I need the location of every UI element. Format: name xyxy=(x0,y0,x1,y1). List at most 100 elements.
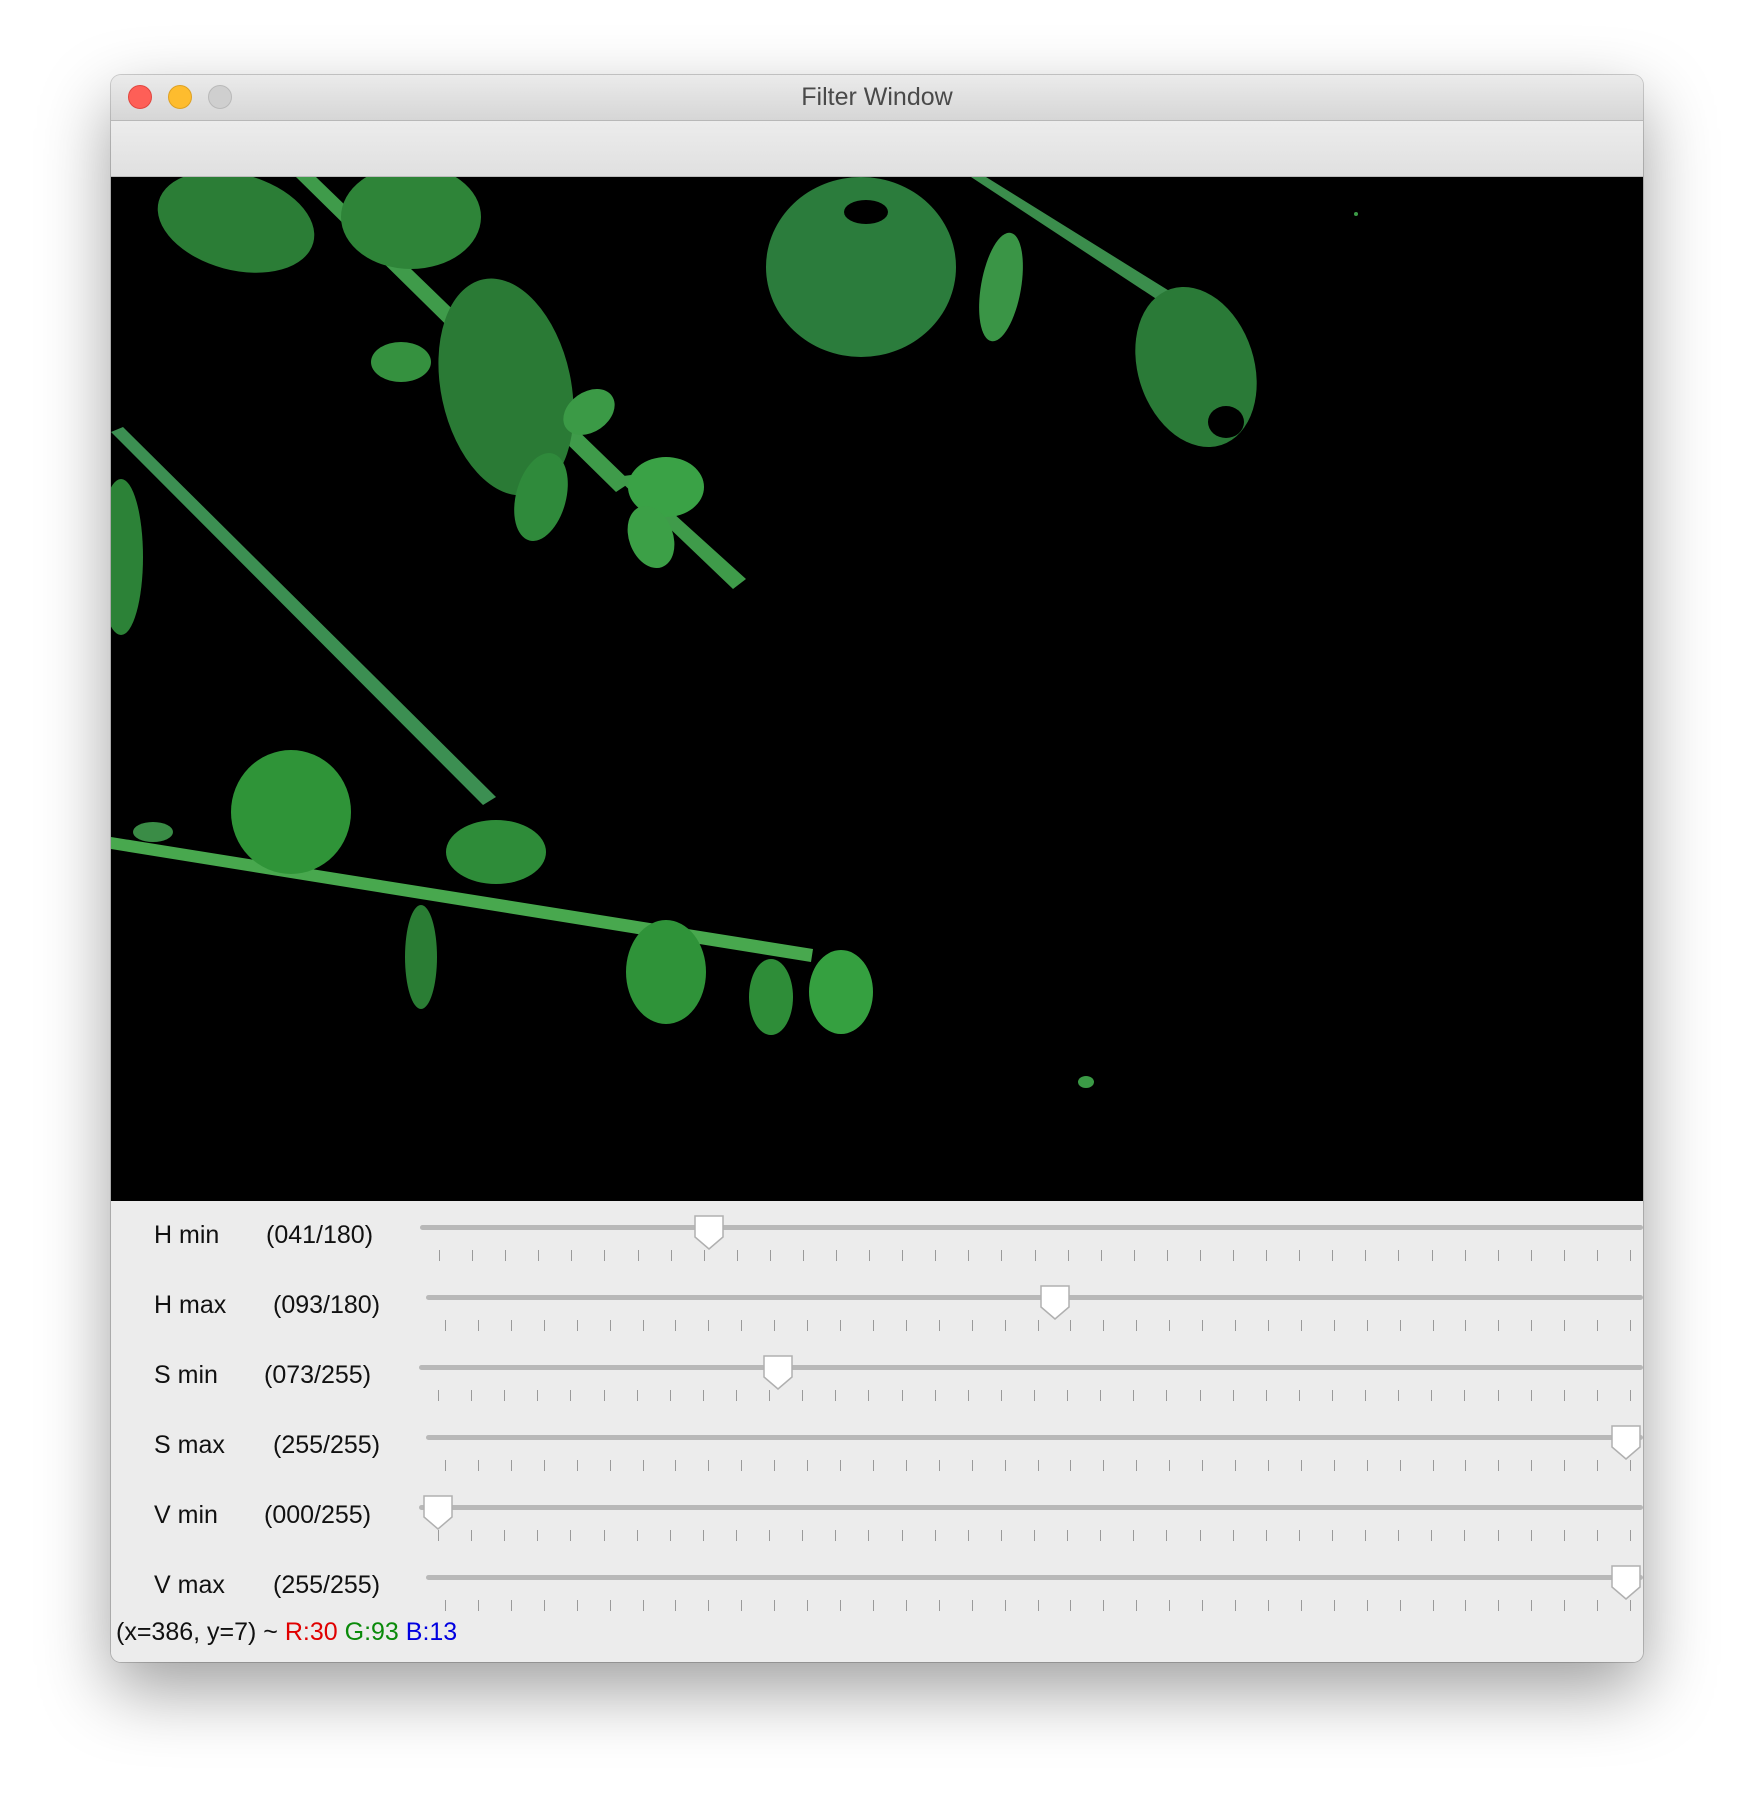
slider-tick xyxy=(1431,1530,1433,1541)
slider-track[interactable] xyxy=(426,1435,1643,1440)
slider-tick xyxy=(1497,1530,1499,1541)
slider-value: (041/180) xyxy=(266,1221,374,1249)
slider-tick xyxy=(504,1530,506,1541)
slider-track[interactable] xyxy=(419,1505,1643,1510)
slider-tick xyxy=(868,1530,870,1541)
slider-tick xyxy=(901,1530,903,1541)
slider-track[interactable] xyxy=(419,1365,1643,1370)
slider-name: V max xyxy=(154,1571,225,1599)
slider-thumb[interactable] xyxy=(421,1494,455,1532)
slider-tick xyxy=(1034,1390,1035,1401)
slider-tick xyxy=(1431,1390,1433,1401)
slider-tick xyxy=(1265,1390,1267,1401)
slider-tick xyxy=(609,1600,611,1611)
slider-tick xyxy=(774,1320,776,1331)
slider-value: (255/255) xyxy=(273,1431,381,1459)
slider-tick xyxy=(1464,1530,1466,1541)
slider-tick xyxy=(471,1390,473,1401)
slider-value: (073/255) xyxy=(264,1361,372,1389)
slider-tick xyxy=(637,1250,639,1261)
slider-tick xyxy=(1333,1320,1335,1331)
slider-thumb[interactable] xyxy=(1038,1284,1072,1322)
slider-track[interactable] xyxy=(420,1225,1643,1230)
slider-tick xyxy=(1000,1390,1002,1401)
slider-tick xyxy=(774,1600,776,1611)
slider-thumb[interactable] xyxy=(1609,1424,1643,1462)
blue-value: B:13 xyxy=(405,1618,458,1646)
slider-name: V min xyxy=(154,1501,218,1529)
slider-tick xyxy=(840,1600,841,1611)
slider-tick xyxy=(543,1460,545,1471)
slider-tick xyxy=(1597,1460,1599,1471)
slider-row-s-min: S min (073/255) xyxy=(111,1341,1643,1411)
slider-tick xyxy=(445,1600,446,1611)
slider-tick xyxy=(1366,1460,1368,1471)
slider-tick xyxy=(1399,1460,1401,1471)
slider-tick xyxy=(1233,1250,1234,1261)
slider-thumb[interactable] xyxy=(761,1354,795,1392)
slider-tick xyxy=(968,1250,970,1261)
slider-tick xyxy=(769,1530,771,1541)
slider-tick xyxy=(1333,1460,1335,1471)
slider-tick xyxy=(510,1460,512,1471)
title-bar[interactable]: Filter Window xyxy=(111,75,1643,121)
slider-tick xyxy=(604,1250,606,1261)
slider-tick xyxy=(543,1600,545,1611)
slider-tick xyxy=(1133,1530,1135,1541)
plant-leaves xyxy=(111,177,1358,1088)
filtered-image-view[interactable] xyxy=(111,177,1643,1201)
slider-tick xyxy=(576,1320,578,1331)
slider-tick xyxy=(1202,1600,1204,1611)
slider-tick xyxy=(1531,1460,1533,1471)
slider-tick xyxy=(538,1250,540,1261)
slider-tick xyxy=(901,1390,903,1401)
slider-tick xyxy=(1366,1320,1368,1331)
slider-tick xyxy=(769,1250,771,1261)
slider-tick xyxy=(477,1600,479,1611)
slider-tick xyxy=(1498,1600,1500,1611)
slider-tick xyxy=(1136,1460,1138,1471)
slider-tick xyxy=(1265,1530,1267,1541)
slider-track[interactable] xyxy=(426,1575,1643,1580)
slider-tick xyxy=(1564,1600,1566,1611)
slider-tick xyxy=(702,1530,704,1541)
slider-tick xyxy=(537,1390,539,1401)
slider-panel: H min (041/180) H max (093/180) S min (0… xyxy=(111,1201,1643,1662)
slider-tick xyxy=(1202,1320,1204,1331)
slider-tick xyxy=(1431,1250,1433,1261)
slider-tick xyxy=(1004,1460,1006,1471)
slider-tick xyxy=(1298,1390,1300,1401)
slider-tick xyxy=(1298,1530,1300,1541)
slider-tick xyxy=(938,1460,940,1471)
slider-tick xyxy=(1199,1390,1201,1401)
filtered-plant-image xyxy=(111,177,1358,1088)
slider-ticks xyxy=(445,1460,1631,1472)
slider-tick xyxy=(1398,1250,1400,1261)
slider-tick xyxy=(1267,1600,1269,1611)
slider-tick xyxy=(1235,1320,1236,1331)
slider-tick xyxy=(571,1250,573,1261)
slider-ticks xyxy=(438,1530,1631,1542)
slider-tick xyxy=(905,1460,907,1471)
slider-tick xyxy=(1365,1390,1367,1401)
slider-tick xyxy=(1596,1250,1598,1261)
slider-tick xyxy=(675,1600,677,1611)
slider-tick xyxy=(1530,1390,1532,1401)
slider-tick xyxy=(445,1460,446,1471)
slider-tick xyxy=(1004,1320,1006,1331)
slider-tick xyxy=(1133,1390,1135,1401)
slider-tick xyxy=(1563,1390,1565,1401)
slider-tick xyxy=(807,1600,809,1611)
slider-tick xyxy=(609,1320,611,1331)
slider-row-h-max: H max (093/180) xyxy=(111,1271,1643,1341)
slider-tick xyxy=(807,1460,809,1471)
slider-row-v-min: V min (000/255) xyxy=(111,1481,1643,1551)
slider-thumb[interactable] xyxy=(692,1214,726,1252)
slider-track[interactable] xyxy=(426,1295,1643,1300)
slider-thumb[interactable] xyxy=(1609,1564,1643,1602)
slider-tick xyxy=(1630,1390,1631,1401)
slider-tick xyxy=(836,1250,837,1261)
slider-tick xyxy=(902,1250,904,1261)
slider-tick xyxy=(1199,1530,1201,1541)
slider-tick xyxy=(938,1320,940,1331)
